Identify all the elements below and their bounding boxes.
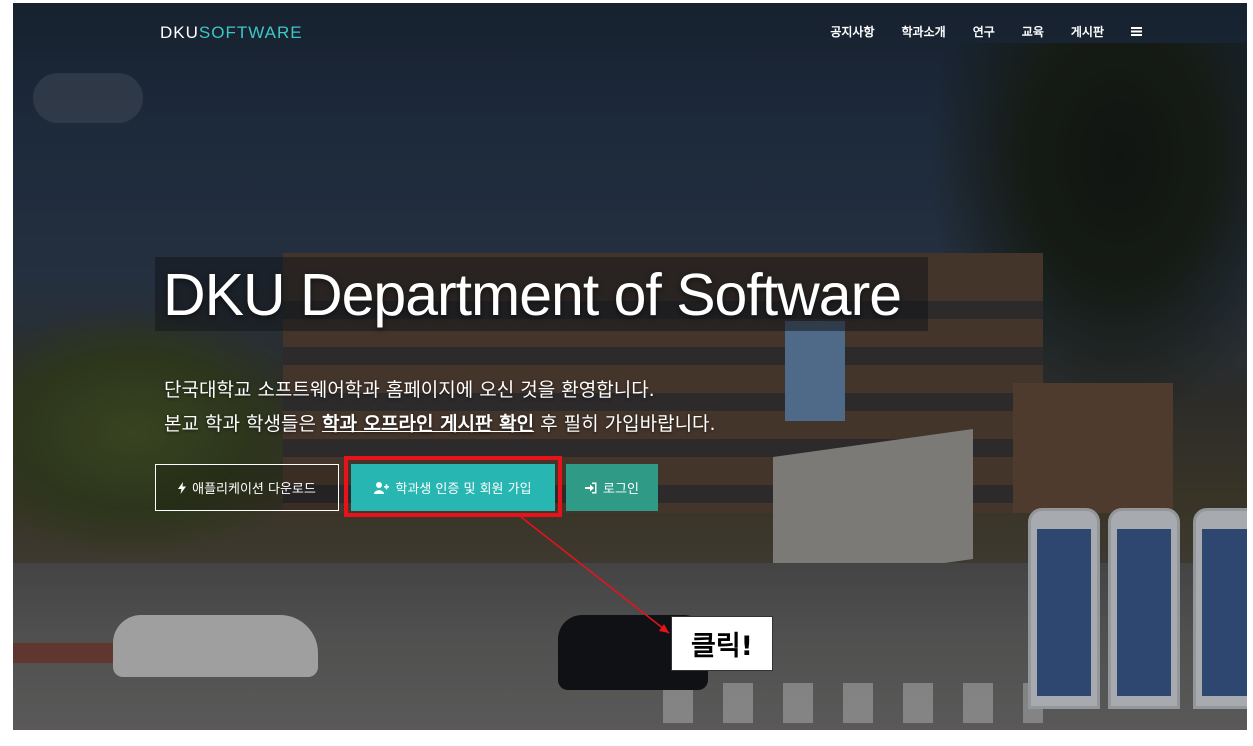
hero-section: DKUSOFTWARE 공지사항 학과소개 연구 교육 게시판 DKU Depa… [13,3,1247,730]
click-callout: 클릭! [671,616,773,671]
annotation-arrow [520,516,670,634]
